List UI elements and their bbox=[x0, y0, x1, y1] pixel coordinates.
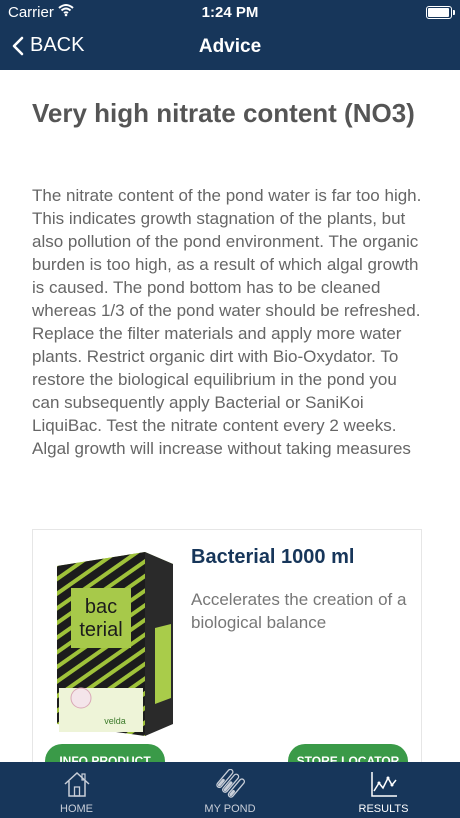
chevron-left-icon bbox=[12, 36, 24, 55]
product-image: bac terial velda bbox=[49, 548, 179, 738]
tab-bar: HOME MY POND RESULTS bbox=[0, 762, 460, 818]
product-card: bac terial velda Bacterial 1000 ml Accel… bbox=[32, 529, 422, 762]
tab-home[interactable]: HOME bbox=[0, 762, 153, 818]
box-brand-line1: bac bbox=[85, 596, 117, 618]
status-time: 1:24 PM bbox=[201, 4, 259, 21]
advice-heading: Very high nitrate content (NO3) bbox=[32, 98, 415, 128]
box-maker: velda bbox=[104, 716, 126, 726]
tab-results-label: RESULTS bbox=[358, 803, 409, 815]
tab-my-pond[interactable]: MY POND bbox=[153, 762, 307, 818]
tab-my-pond-label: MY POND bbox=[204, 803, 256, 815]
back-label: BACK bbox=[30, 34, 85, 56]
chart-icon bbox=[370, 772, 397, 797]
box-brand-line2: terial bbox=[79, 619, 122, 641]
navigation-bar: BACK Advice bbox=[0, 24, 460, 70]
test-tubes-icon bbox=[216, 769, 245, 798]
back-button[interactable]: BACK bbox=[12, 34, 84, 57]
info-product-button[interactable]: INFO PRODUCT bbox=[45, 744, 165, 762]
tab-home-label: HOME bbox=[60, 803, 93, 815]
home-icon bbox=[63, 771, 90, 797]
status-bar: Carrier 1:24 PM bbox=[0, 0, 460, 24]
product-title: Bacterial 1000 ml bbox=[191, 546, 355, 568]
battery-icon bbox=[426, 6, 455, 19]
product-description: Accelerates the creation of a biological… bbox=[191, 590, 407, 632]
store-locator-button[interactable]: STORE LOCATOR bbox=[288, 744, 408, 762]
advice-body: The nitrate content of the pond water is… bbox=[32, 186, 422, 458]
advice-content[interactable]: Very high nitrate content (NO3) The nitr… bbox=[0, 70, 460, 762]
tab-results[interactable]: RESULTS bbox=[307, 762, 460, 818]
